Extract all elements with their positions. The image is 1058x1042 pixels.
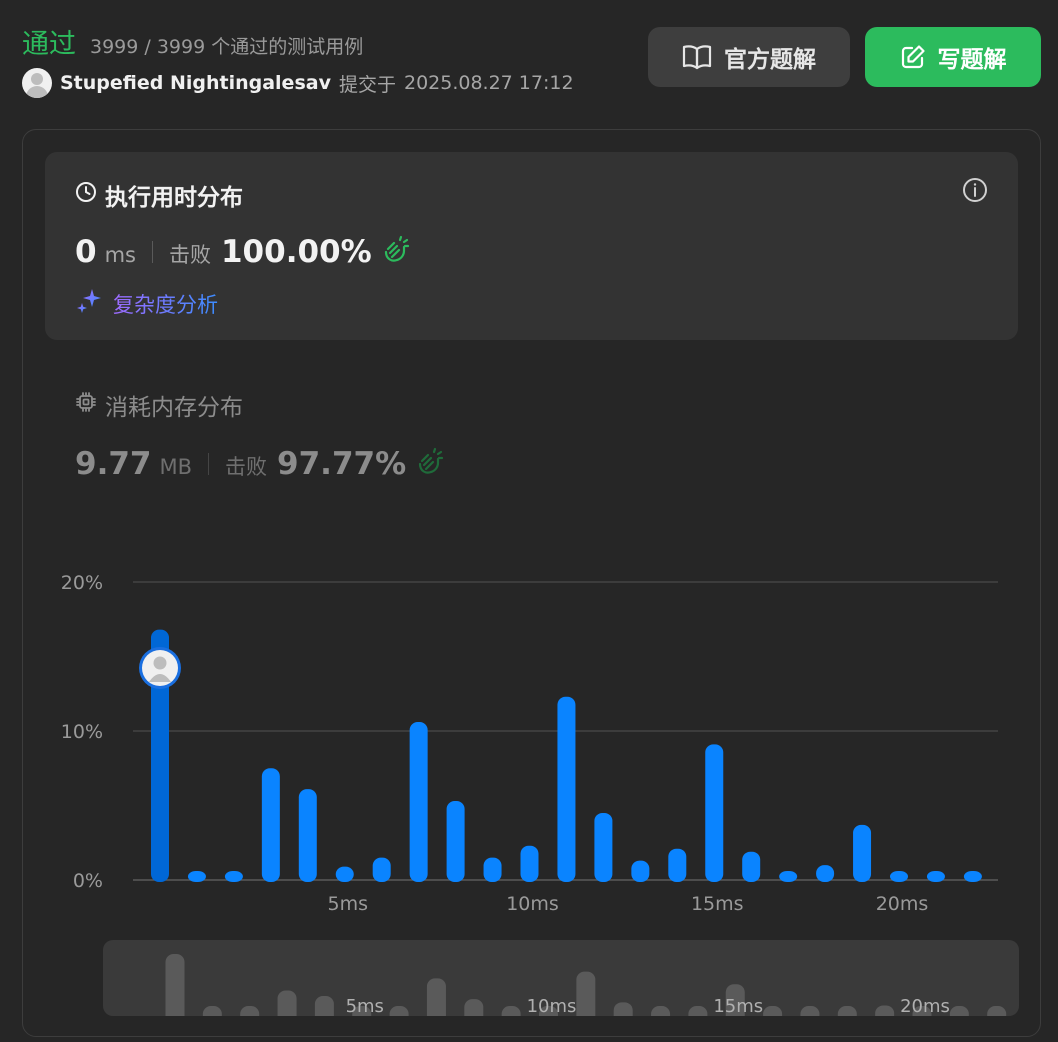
navigator-bar <box>949 1006 969 1016</box>
chart-bar[interactable] <box>779 871 798 882</box>
status-line: 通过 3999 / 3999 个通过的测试用例 <box>22 22 363 61</box>
x-tick-label: 5ms <box>328 893 369 915</box>
memory-beats-label: 击败 <box>225 455 268 479</box>
navigator-bar <box>277 990 297 1016</box>
chart-bar[interactable] <box>372 857 391 882</box>
chart-bar[interactable] <box>816 865 835 882</box>
runtime-value: 0 <box>75 234 97 270</box>
navigator-bar <box>464 999 484 1016</box>
chart-bar[interactable] <box>853 824 872 882</box>
divider <box>151 241 153 263</box>
navigator-bar <box>426 978 446 1016</box>
chart-bar[interactable] <box>446 801 465 882</box>
runtime-metric: 0 ms 击败 100.00% <box>75 234 410 270</box>
runtime-distribution-chart[interactable]: 20% 10% 0% 5ms 10ms 15ms 20ms <box>23 560 1040 940</box>
memory-beats-value: 97.77% <box>277 446 407 482</box>
chart-bar[interactable] <box>705 744 724 882</box>
navigator-bar <box>389 1006 409 1016</box>
chart-bar[interactable] <box>631 860 650 882</box>
navigator-bar <box>763 1006 783 1016</box>
clap-icon <box>380 235 410 269</box>
navigator-bar <box>875 1005 895 1016</box>
chart-bar[interactable] <box>335 866 354 882</box>
write-solution-label: 写题解 <box>937 47 1007 73</box>
navigator-bar <box>576 971 596 1016</box>
official-solution-button[interactable]: 官方题解 <box>648 27 850 87</box>
runtime-beats-value: 100.00% <box>220 234 372 270</box>
navigator-tick-label: 5ms <box>346 996 384 1016</box>
navigator-tick-label: 15ms <box>713 996 763 1016</box>
memory-section[interactable]: 消耗内存分布 9.77 MB 击败 97.77% <box>75 388 975 488</box>
edit-icon <box>900 44 926 70</box>
chart-bar[interactable] <box>483 857 502 882</box>
y-tick-label: 10% <box>61 721 103 743</box>
submission-header: 通过 3999 / 3999 个通过的测试用例 Stupefied Nighti… <box>22 22 1042 102</box>
x-tick-label: 15ms <box>691 893 744 915</box>
status-accepted: 通过 <box>22 29 76 60</box>
chart-bar[interactable] <box>594 812 613 882</box>
chart-bar[interactable] <box>890 871 908 882</box>
sparkle-icon <box>75 287 103 320</box>
runtime-unit: ms <box>104 243 136 267</box>
username-link[interactable]: Stupefied Nightingalesav <box>60 72 331 94</box>
avatar[interactable] <box>22 68 52 98</box>
y-tick-label: 20% <box>61 572 103 594</box>
book-icon <box>682 44 712 70</box>
runtime-card[interactable]: 执行用时分布 0 ms 击败 100.00% 复杂度分析 <box>45 152 1018 340</box>
chart-bar[interactable] <box>520 845 539 882</box>
passed-testcases: 3999 / 3999 个通过的测试用例 <box>90 36 364 58</box>
chart-bar[interactable] <box>261 768 280 882</box>
submitted-label: 提交于 <box>338 73 396 96</box>
chart-bar[interactable] <box>926 871 945 882</box>
complexity-analysis-label: 复杂度分析 <box>113 289 218 319</box>
submitter-line: Stupefied Nightingalesav 提交于 2025.08.27 … <box>22 68 574 98</box>
x-tick-label: 10ms <box>506 893 559 915</box>
navigator-bar <box>314 996 334 1016</box>
navigator-tick-label: 10ms <box>527 996 577 1016</box>
result-panel: 执行用时分布 0 ms 击败 100.00% 复杂度分析 消耗内存分布 9.77… <box>22 129 1041 1037</box>
memory-unit: MB <box>159 455 193 479</box>
submitted-time: 2025.08.27 17:12 <box>403 72 574 94</box>
runtime-title: 执行用时分布 <box>75 178 243 212</box>
y-tick-label: 0% <box>73 870 103 892</box>
navigator-bar <box>987 1006 1007 1016</box>
navigator-tick-label: 20ms <box>900 996 950 1016</box>
runtime-title-text: 执行用时分布 <box>105 185 243 211</box>
my-submission-marker[interactable] <box>139 647 181 689</box>
info-icon[interactable] <box>962 177 988 207</box>
chart-bar[interactable] <box>187 871 206 882</box>
divider <box>208 453 210 475</box>
navigator-bar <box>240 1006 260 1016</box>
chart-bar[interactable] <box>668 848 687 882</box>
chart-bar[interactable] <box>557 696 576 882</box>
chart-range-navigator[interactable]: 5ms 10ms 15ms 20ms <box>103 940 1019 1016</box>
navigator-bar <box>651 1006 671 1016</box>
clap-icon <box>414 447 444 481</box>
navigator-bar <box>202 1006 222 1016</box>
write-solution-button[interactable]: 写题解 <box>865 27 1041 87</box>
navigator-bar <box>165 954 185 1016</box>
navigator-bar <box>837 1006 857 1016</box>
navigator-bar <box>688 1006 708 1016</box>
chart-bar[interactable] <box>224 871 243 882</box>
clock-icon <box>75 181 97 209</box>
chart-bar[interactable] <box>298 789 317 882</box>
memory-metric: 9.77 MB 击败 97.77% <box>75 446 444 482</box>
chip-icon <box>75 391 97 419</box>
x-tick-label: 20ms <box>876 893 929 915</box>
navigator-bar <box>501 1006 521 1016</box>
memory-title-text: 消耗内存分布 <box>105 395 243 421</box>
chart-bar[interactable] <box>409 722 428 882</box>
runtime-beats-label: 击败 <box>168 243 211 267</box>
navigator-bar <box>800 1006 820 1016</box>
memory-title: 消耗内存分布 <box>75 388 243 422</box>
chart-bar[interactable] <box>963 871 982 882</box>
complexity-analysis-link[interactable]: 复杂度分析 <box>75 287 218 320</box>
navigator-bar <box>613 1002 633 1016</box>
memory-value: 9.77 <box>75 446 152 482</box>
chart-bar[interactable] <box>742 851 761 882</box>
official-solution-label: 官方题解 <box>724 47 816 73</box>
